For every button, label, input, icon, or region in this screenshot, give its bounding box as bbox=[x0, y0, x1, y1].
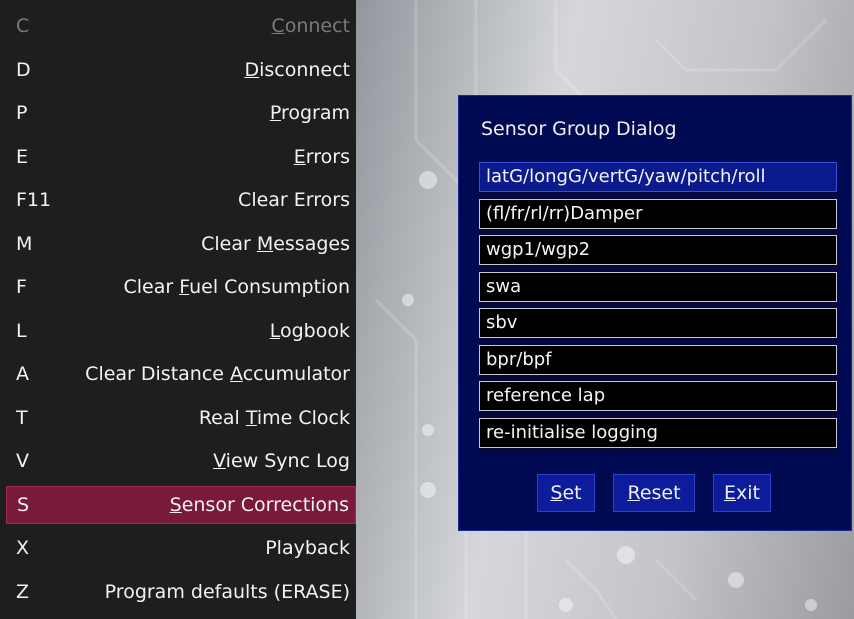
reset-button[interactable]: Reset bbox=[613, 474, 695, 512]
menu-item-label: Errors bbox=[293, 145, 350, 168]
menu-item-f[interactable]: F Clear Fuel Consumption bbox=[6, 268, 356, 306]
menu-item-d[interactable]: D Disconnect bbox=[6, 51, 356, 89]
menu-item-l[interactable]: L Logbook bbox=[6, 312, 356, 350]
menu-item-label: Program bbox=[269, 102, 350, 124]
list-item[interactable]: bpr/bpf bbox=[479, 344, 837, 375]
menu-item-shortcut: T bbox=[16, 406, 28, 429]
menu-item-label: Clear Errors bbox=[238, 189, 350, 211]
set-button[interactable]: Set bbox=[537, 474, 595, 512]
menu-item-label: Program defaults (ERASE) bbox=[104, 580, 350, 603]
menu-item-shortcut: C bbox=[16, 15, 30, 37]
menu-item-z[interactable]: Z Program defaults (ERASE) bbox=[6, 573, 356, 611]
menu-item-shortcut: F11 bbox=[16, 189, 52, 211]
menu-item-shortcut: X bbox=[16, 537, 30, 559]
menu-item-label: Disconnect bbox=[244, 58, 350, 81]
menu-item-label: Playback bbox=[265, 537, 350, 559]
menu-item-f11[interactable]: F11 Clear Errors bbox=[6, 181, 356, 219]
list-item[interactable]: sbv bbox=[479, 308, 837, 338]
menu-item-shortcut: E bbox=[16, 145, 29, 168]
menu-item-x[interactable]: X Playback bbox=[6, 529, 356, 567]
menu-item-label: Logbook bbox=[269, 319, 350, 342]
menu-item-shortcut: V bbox=[16, 450, 29, 472]
list-item[interactable]: reference lap bbox=[479, 381, 837, 411]
menu-item-label: Clear Fuel Consumption bbox=[123, 276, 350, 298]
menu-item-a[interactable]: A Clear Distance Accumulator bbox=[6, 355, 356, 393]
menu-item-e[interactable]: E Errors bbox=[6, 138, 356, 176]
menu-item-label: Real Time Clock bbox=[198, 406, 350, 429]
menu-item-shortcut: L bbox=[16, 319, 27, 342]
command-menu: C Connect D Disconnect P Program E Errors F11 Cle… bbox=[0, 0, 356, 619]
menu-item-shortcut: A bbox=[16, 363, 29, 385]
menu-item-label: Sensor Corrections bbox=[169, 493, 349, 516]
sensor-group-dialog: Sensor Group Dialog latG/longG/vertG/yaw… bbox=[458, 95, 852, 531]
list-item[interactable]: re-initialise logging bbox=[479, 417, 837, 448]
menu-item-label: View Sync Log bbox=[213, 450, 350, 472]
menu-item-s[interactable]: S Sensor Corrections bbox=[6, 485, 356, 524]
list-item[interactable]: wgp1/wgp2 bbox=[479, 235, 837, 265]
menu-item-v[interactable]: V View Sync Log bbox=[6, 442, 356, 480]
menu-item-m[interactable]: M Clear Messages bbox=[6, 225, 356, 263]
menu-item-c[interactable]: C Connect bbox=[6, 7, 356, 45]
menu-item-shortcut: P bbox=[16, 102, 28, 124]
menu-item-t[interactable]: T Real Time Clock bbox=[6, 399, 356, 437]
list-item[interactable]: swa bbox=[479, 271, 837, 302]
menu-item-p[interactable]: P Program bbox=[6, 94, 356, 132]
menu-item-label: Connect bbox=[271, 15, 350, 37]
menu-item-shortcut: Z bbox=[16, 580, 30, 603]
menu-item-shortcut: M bbox=[16, 232, 33, 255]
menu-item-label: Clear Distance Accumulator bbox=[85, 363, 350, 385]
dialog-title: Sensor Group Dialog bbox=[481, 118, 677, 140]
menu-item-label: Clear Messages bbox=[201, 232, 350, 255]
menu-item-shortcut: D bbox=[16, 58, 31, 81]
sensor-group-list: latG/longG/vertG/yaw/pitch/roll (fl/fr/rl… bbox=[479, 162, 837, 454]
exit-button[interactable]: Exit bbox=[713, 474, 771, 512]
menu-item-shortcut: F bbox=[16, 276, 27, 298]
list-item[interactable]: latG/longG/vertG/yaw/pitch/roll bbox=[479, 162, 837, 192]
list-item[interactable]: (fl/fr/rl/rr)Damper bbox=[479, 198, 837, 229]
menu-item-shortcut: S bbox=[17, 493, 30, 516]
